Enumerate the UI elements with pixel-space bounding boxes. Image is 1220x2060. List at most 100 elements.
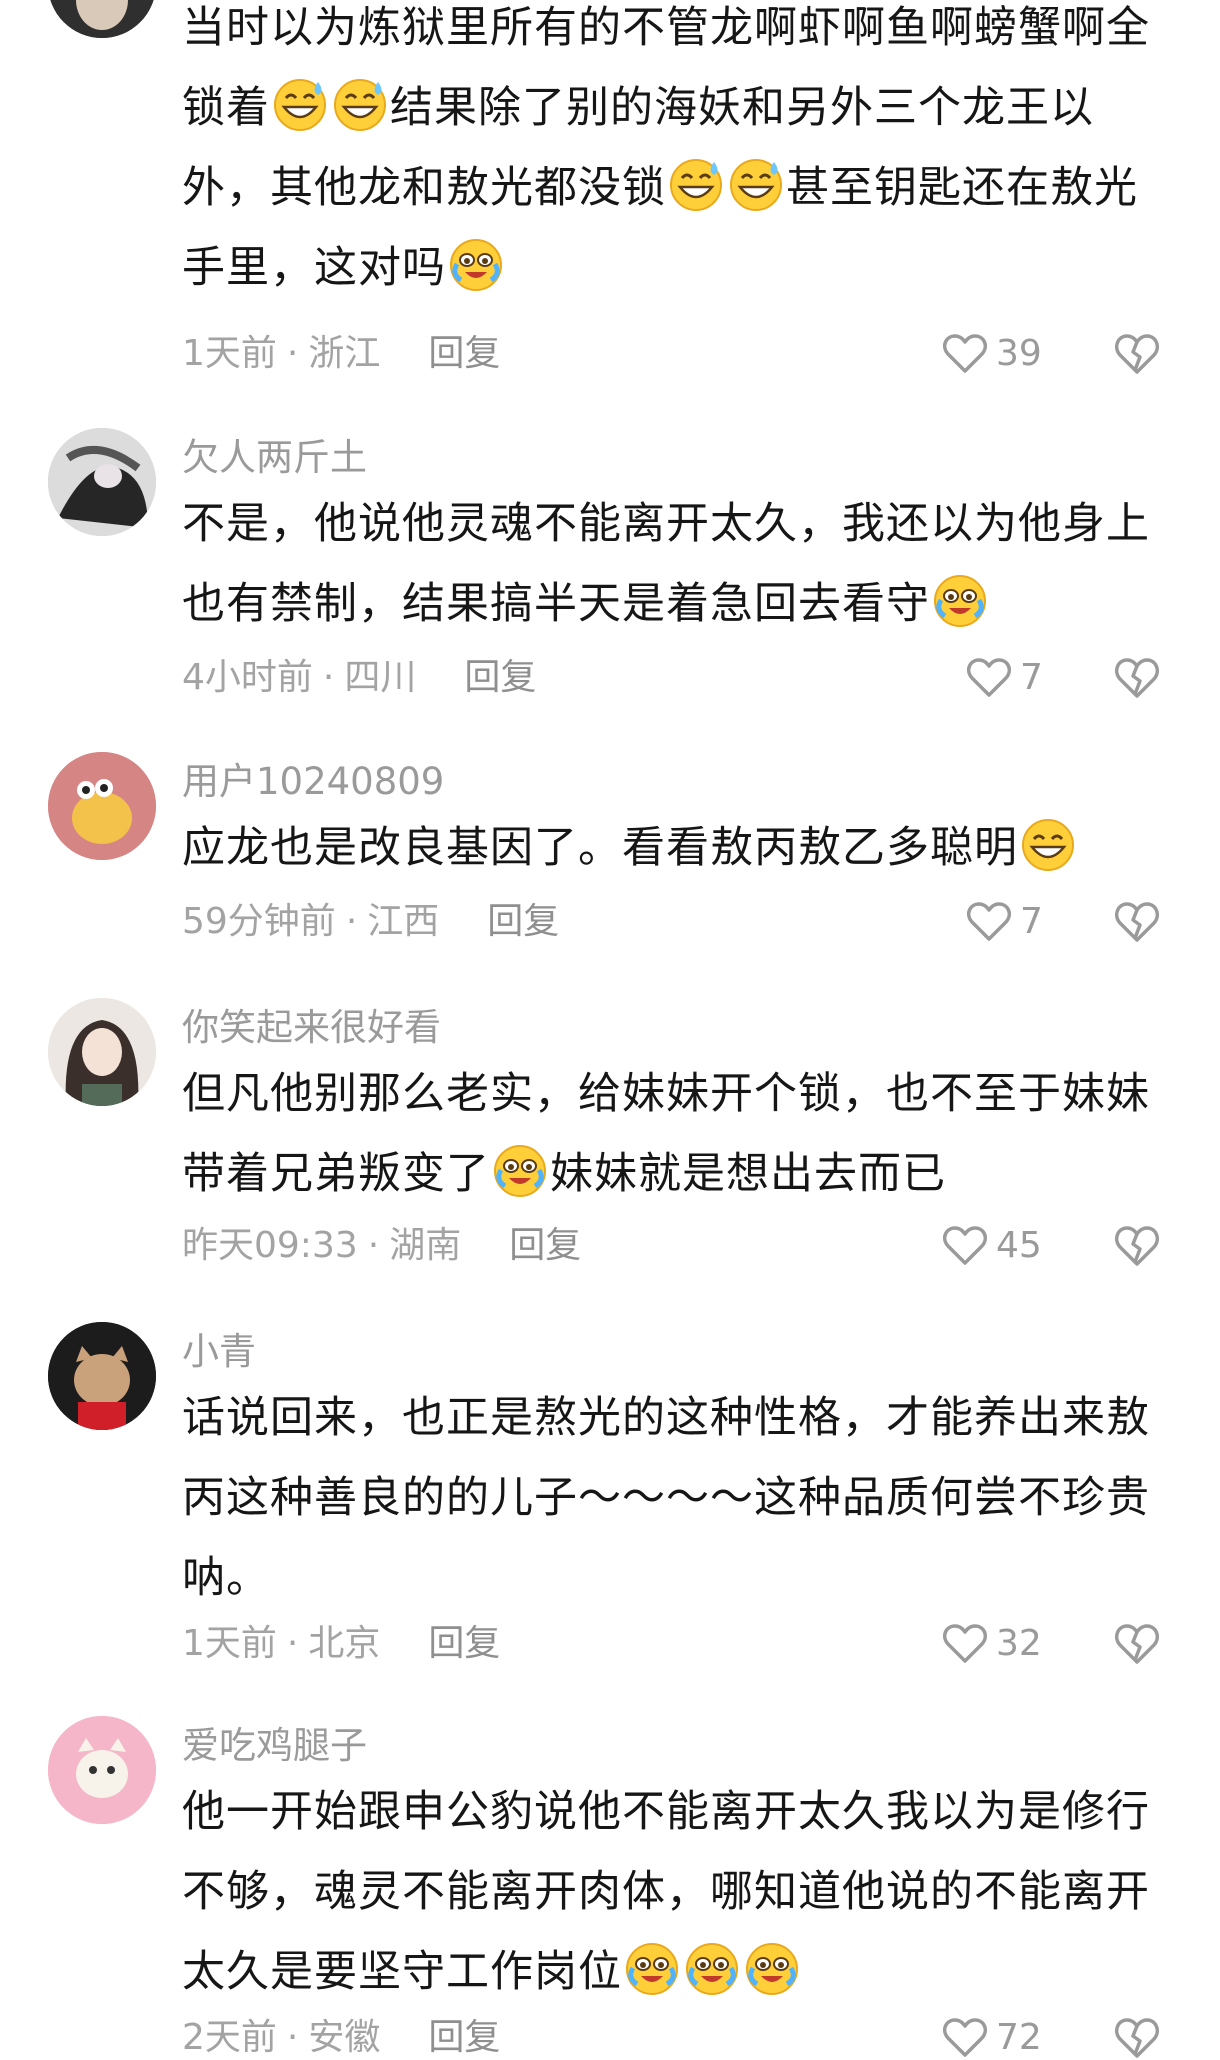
grinning-sweat-emoji: [332, 76, 388, 132]
broken-heart-icon: [1114, 1622, 1160, 1666]
like-count: 32: [996, 1623, 1042, 1664]
comment-time: 1天前: [182, 333, 277, 374]
crying-laughing-emoji: [932, 572, 988, 628]
comment-line: 也有禁制，结果搞半天是着急回去看守: [182, 579, 930, 629]
reply-button[interactable]: 回复: [509, 1225, 581, 1266]
like-button[interactable]: 7: [966, 656, 1043, 700]
username[interactable]: 欠人两斤土: [182, 436, 367, 480]
avatar[interactable]: [48, 428, 156, 536]
avatar[interactable]: [48, 1716, 156, 1824]
comment-time: 4小时前: [182, 657, 313, 698]
avatar[interactable]: [48, 998, 156, 1106]
heart-outline-icon: [942, 333, 988, 375]
comment-line: 呐。: [182, 1553, 270, 1603]
like-count: 7: [1020, 657, 1043, 698]
like-count: 7: [1020, 901, 1043, 942]
reply-button[interactable]: 回复: [464, 657, 536, 698]
grinning-sweat-emoji: [728, 156, 784, 212]
comment-meta: 2天前 · 安徽 回复: [182, 2017, 501, 2058]
grinning-sweat-emoji: [668, 156, 724, 212]
like-button[interactable]: 45: [942, 1224, 1042, 1268]
comment-time: 1天前: [182, 1623, 277, 1664]
comment-time: 59分钟前: [182, 901, 336, 942]
username[interactable]: 爱吃鸡腿子: [182, 1724, 367, 1768]
comment-line: 丙这种善良的的儿子～～～～这种品质何尝不珍贵: [182, 1473, 1150, 1523]
comment-location: 湖南: [389, 1225, 462, 1266]
comment-location: 四川: [344, 657, 417, 698]
dislike-button[interactable]: [1114, 332, 1160, 376]
comment-line: 甚至钥匙还在敖光: [786, 163, 1138, 213]
grinning-emoji: [1020, 816, 1076, 872]
like-count: 72: [996, 2017, 1042, 2058]
broken-heart-icon: [1114, 2016, 1160, 2060]
like-button[interactable]: 32: [942, 1622, 1042, 1666]
comment-line: 话说回来，也正是熬光的这种性格，才能养出来敖: [182, 1393, 1150, 1443]
heart-outline-icon: [942, 1623, 988, 1665]
heart-outline-icon: [966, 901, 1012, 943]
comment-line: 结果除了别的海妖和另外三个龙王以: [390, 83, 1094, 133]
dislike-button[interactable]: [1114, 900, 1160, 944]
comment-location: 浙江: [308, 333, 381, 374]
reply-button[interactable]: 回复: [428, 333, 500, 374]
broken-heart-icon: [1114, 332, 1160, 376]
grinning-sweat-emoji: [272, 76, 328, 132]
comment-line: 不够，魂灵不能离开肉体，哪知道他说的不能离开: [182, 1867, 1150, 1917]
comment-line: 带着兄弟叛变了: [182, 1149, 490, 1199]
reply-button[interactable]: 回复: [487, 901, 559, 942]
reply-button[interactable]: 回复: [428, 1623, 500, 1664]
comment-line: 但凡他别那么老实，给妹妹开个锁，也不至于妹妹: [182, 1069, 1150, 1119]
comment-text: 不是，他说他灵魂不能离开太久，我还以为他身上 也有禁制，结果搞半天是着急回去看守: [182, 484, 1182, 644]
crying-laughing-emoji: [492, 1142, 548, 1198]
like-button[interactable]: 7: [966, 900, 1043, 944]
dislike-button[interactable]: [1114, 2016, 1160, 2060]
crying-laughing-emoji: [448, 236, 504, 292]
comment-line: 太久是要坚守工作岗位: [182, 1947, 622, 1997]
crying-laughing-emoji: [744, 1940, 800, 1996]
heart-outline-icon: [942, 2017, 988, 2059]
like-count: 39: [996, 333, 1042, 374]
heart-outline-icon: [966, 657, 1012, 699]
comment-text: 当时以为炼狱里所有的不管龙啊虾啊鱼啊螃蟹啊全 锁着 结果除了别的海妖和另外三个龙王…: [182, 0, 1182, 308]
avatar[interactable]: [48, 0, 156, 38]
comment-meta: 昨天09:33 · 湖南 回复: [182, 1225, 582, 1266]
like-count: 45: [996, 1225, 1042, 1266]
comment-text: 但凡他别那么老实，给妹妹开个锁，也不至于妹妹 带着兄弟叛变了 妹妹就是想出去而已: [182, 1054, 1182, 1214]
comment-location: 安徽: [308, 2017, 381, 2058]
dislike-button[interactable]: [1114, 1224, 1160, 1268]
comment-location: 江西: [367, 901, 440, 942]
comment-meta: 1天前 · 浙江 回复: [182, 333, 501, 374]
comment-text: 他一开始跟申公豹说他不能离开太久我以为是修行 不够，魂灵不能离开肉体，哪知道他说…: [182, 1772, 1182, 2012]
reply-button[interactable]: 回复: [428, 2017, 500, 2058]
comment-line: 当时以为炼狱里所有的不管龙啊虾啊鱼啊螃蟹啊全: [182, 3, 1150, 53]
comment-meta: 1天前 · 北京 回复: [182, 1623, 501, 1664]
comment-meta: 59分钟前 · 江西 回复: [182, 901, 560, 942]
username[interactable]: 你笑起来很好看: [182, 1006, 441, 1050]
comment-line: 不是，他说他灵魂不能离开太久，我还以为他身上: [182, 499, 1150, 549]
username[interactable]: 用户10240809: [182, 760, 444, 804]
comment-line: 妹妹就是想出去而已: [550, 1149, 946, 1199]
username[interactable]: 小青: [182, 1330, 256, 1374]
comment-line: 外，其他龙和敖光都没锁: [182, 163, 666, 213]
comment-meta: 4小时前 · 四川 回复: [182, 657, 537, 698]
dislike-button[interactable]: [1114, 656, 1160, 700]
comment-line: 应龙也是改良基因了。看看敖丙敖乙多聪明: [182, 823, 1018, 873]
comment-line: 锁着: [182, 83, 270, 133]
comment-text: 应龙也是改良基因了。看看敖丙敖乙多聪明: [182, 808, 1182, 888]
avatar[interactable]: [48, 1322, 156, 1430]
crying-laughing-emoji: [624, 1940, 680, 1996]
comment-line: 他一开始跟申公豹说他不能离开太久我以为是修行: [182, 1787, 1150, 1837]
broken-heart-icon: [1114, 900, 1160, 944]
comment-location: 北京: [308, 1623, 381, 1664]
comment-line: 手里，这对吗: [182, 243, 446, 293]
broken-heart-icon: [1114, 656, 1160, 700]
like-button[interactable]: 72: [942, 2016, 1042, 2060]
comment-text: 话说回来，也正是熬光的这种性格，才能养出来敖 丙这种善良的的儿子～～～～这种品质…: [182, 1378, 1182, 1618]
crying-laughing-emoji: [684, 1940, 740, 1996]
broken-heart-icon: [1114, 1224, 1160, 1268]
like-button[interactable]: 39: [942, 332, 1042, 376]
heart-outline-icon: [942, 1225, 988, 1267]
comment-time: 昨天09:33: [182, 1225, 358, 1266]
dislike-button[interactable]: [1114, 1622, 1160, 1666]
comment-time: 2天前: [182, 2017, 277, 2058]
avatar[interactable]: [48, 752, 156, 860]
